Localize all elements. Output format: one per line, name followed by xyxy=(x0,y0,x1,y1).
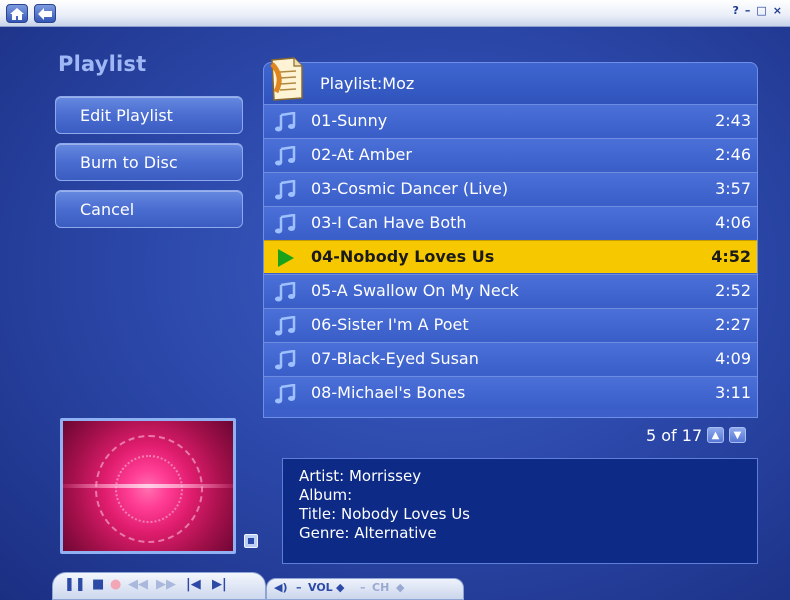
stop-icon[interactable]: ■ xyxy=(92,576,104,594)
track-duration: 4:52 xyxy=(711,247,751,266)
page-indicator: 5 of 17 xyxy=(646,426,703,445)
music-note-icon xyxy=(275,180,296,200)
channel-down-button[interactable]: – xyxy=(360,580,366,596)
music-note-icon xyxy=(275,112,296,132)
track-duration: 2:52 xyxy=(715,281,751,300)
burn-to-disc-button[interactable]: Burn to Disc xyxy=(55,143,243,181)
music-note-icon xyxy=(275,316,296,336)
track-row[interactable]: 06-Sister I'm A Poet 2:27 xyxy=(264,308,757,341)
track-row[interactable]: 03-I Can Have Both 4:06 xyxy=(264,206,757,239)
close-icon[interactable]: × xyxy=(773,5,782,17)
track-name: 03-Cosmic Dancer (Live) xyxy=(311,179,509,198)
music-note-icon xyxy=(275,384,296,404)
page-title: Playlist xyxy=(58,52,147,76)
track-name: 07-Black-Eyed Susan xyxy=(311,349,479,368)
art-streak xyxy=(63,484,233,488)
track-row[interactable]: 03-Cosmic Dancer (Live) 3:57 xyxy=(264,172,757,205)
music-note-icon xyxy=(275,146,296,166)
track-duration: 2:27 xyxy=(715,315,751,334)
album-art[interactable] xyxy=(60,418,236,554)
track-row-selected[interactable]: 04-Nobody Loves Us 4:52 xyxy=(264,240,757,273)
visualization-toggle-icon[interactable] xyxy=(244,534,258,548)
volume-label: VOL xyxy=(308,581,333,594)
pause-icon[interactable]: ❚❚ xyxy=(64,576,86,594)
track-name: 02-At Amber xyxy=(311,145,412,164)
rewind-icon[interactable]: ◀◀ xyxy=(128,576,148,594)
home-icon[interactable] xyxy=(6,4,28,23)
track-name: 03-I Can Have Both xyxy=(311,213,467,232)
artist-label: Artist: Morrissey xyxy=(299,467,422,485)
channel-up-button[interactable]: ◆ xyxy=(396,580,404,596)
track-name: 04-Nobody Loves Us xyxy=(311,247,495,266)
volume-up-button[interactable]: ◆ xyxy=(336,580,344,596)
channel-label: CH xyxy=(372,581,390,594)
play-arrow-icon xyxy=(278,249,294,267)
track-duration: 3:57 xyxy=(715,179,751,198)
art-ring-inner xyxy=(115,455,183,523)
track-row[interactable]: 01-Sunny 2:43 xyxy=(264,104,757,137)
title-label: Title: Nobody Loves Us xyxy=(299,505,470,523)
track-duration: 2:46 xyxy=(715,145,751,164)
track-name: 01-Sunny xyxy=(311,111,388,130)
skip-back-icon[interactable]: |◀ xyxy=(186,576,201,594)
track-row[interactable]: 02-At Amber 2:46 xyxy=(264,138,757,171)
album-label: Album: xyxy=(299,486,353,504)
playlist-title: Playlist:Moz xyxy=(320,74,415,93)
genre-label: Genre: Alternative xyxy=(299,524,437,542)
chevron-down-icon[interactable]: ▼ xyxy=(729,427,746,443)
record-icon[interactable]: ● xyxy=(110,576,121,594)
track-row[interactable]: 07-Black-Eyed Susan 4:09 xyxy=(264,342,757,375)
track-list: 01-Sunny 2:43 02-At Amber 2:46 03-Cosmic… xyxy=(263,104,758,418)
minimize-icon[interactable]: – xyxy=(745,5,751,17)
track-name: 05-A Swallow On My Neck xyxy=(311,281,519,300)
playlist-document-icon xyxy=(268,56,306,102)
speaker-icon[interactable]: ◀) xyxy=(274,580,288,596)
track-duration: 3:11 xyxy=(715,383,751,402)
track-info-panel: Artist: Morrissey Album: Title: Nobody L… xyxy=(282,458,758,564)
track-duration: 4:06 xyxy=(715,213,751,232)
track-duration: 4:09 xyxy=(715,349,751,368)
track-duration: 2:43 xyxy=(715,111,751,130)
skip-forward-icon[interactable]: ▶| xyxy=(212,576,227,594)
track-name: 06-Sister I'm A Poet xyxy=(311,315,469,334)
maximize-icon[interactable]: □ xyxy=(756,5,766,17)
track-row[interactable]: 08-Michael's Bones 3:11 xyxy=(264,376,757,409)
track-row[interactable]: 05-A Swallow On My Neck 2:52 xyxy=(264,274,757,307)
back-icon[interactable] xyxy=(34,4,56,23)
music-note-icon xyxy=(275,214,296,234)
track-name: 08-Michael's Bones xyxy=(311,383,466,402)
music-note-icon xyxy=(275,350,296,370)
chevron-up-icon[interactable]: ▲ xyxy=(707,427,724,443)
title-bar: ? – □ × xyxy=(0,0,790,27)
cancel-button[interactable]: Cancel xyxy=(55,190,243,228)
music-note-icon xyxy=(275,282,296,302)
help-icon[interactable]: ? xyxy=(732,5,738,17)
volume-down-button[interactable]: – xyxy=(296,580,302,596)
fast-forward-icon[interactable]: ▶▶ xyxy=(156,576,176,594)
edit-playlist-button[interactable]: Edit Playlist xyxy=(55,96,243,134)
